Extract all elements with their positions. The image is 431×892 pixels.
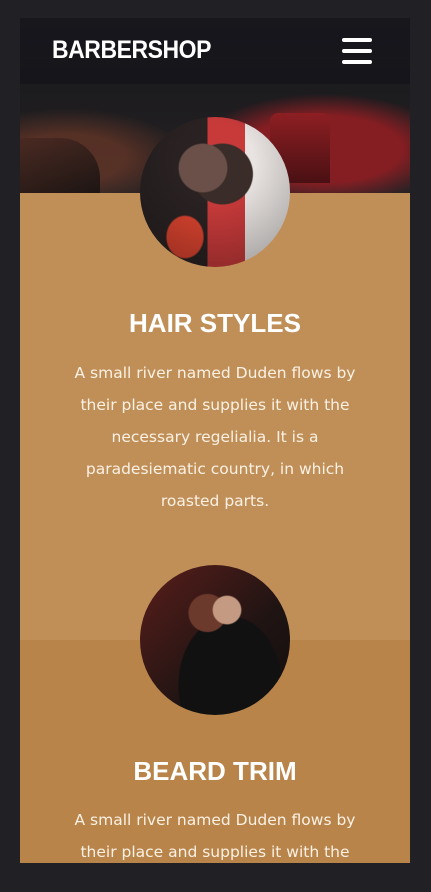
app-viewport: BARBERSHOP HAIR STYLES A small river nam… bbox=[20, 18, 410, 863]
navbar: BARBERSHOP bbox=[20, 18, 410, 84]
service-image-beard-trim bbox=[140, 565, 290, 715]
hamburger-menu-icon[interactable] bbox=[342, 38, 372, 64]
service-title: HAIR STYLES bbox=[129, 308, 301, 338]
service-description: A small river named Duden flows by their… bbox=[74, 364, 356, 510]
service-image-shade bbox=[140, 117, 290, 267]
service-description: A small river named Duden flows by their… bbox=[74, 811, 356, 861]
service-image-hair-styles bbox=[140, 117, 290, 267]
service-title: BEARD TRIM bbox=[133, 756, 297, 786]
brand-logo[interactable]: BARBERSHOP bbox=[52, 36, 211, 65]
hero-barber-chair-left bbox=[20, 138, 100, 193]
